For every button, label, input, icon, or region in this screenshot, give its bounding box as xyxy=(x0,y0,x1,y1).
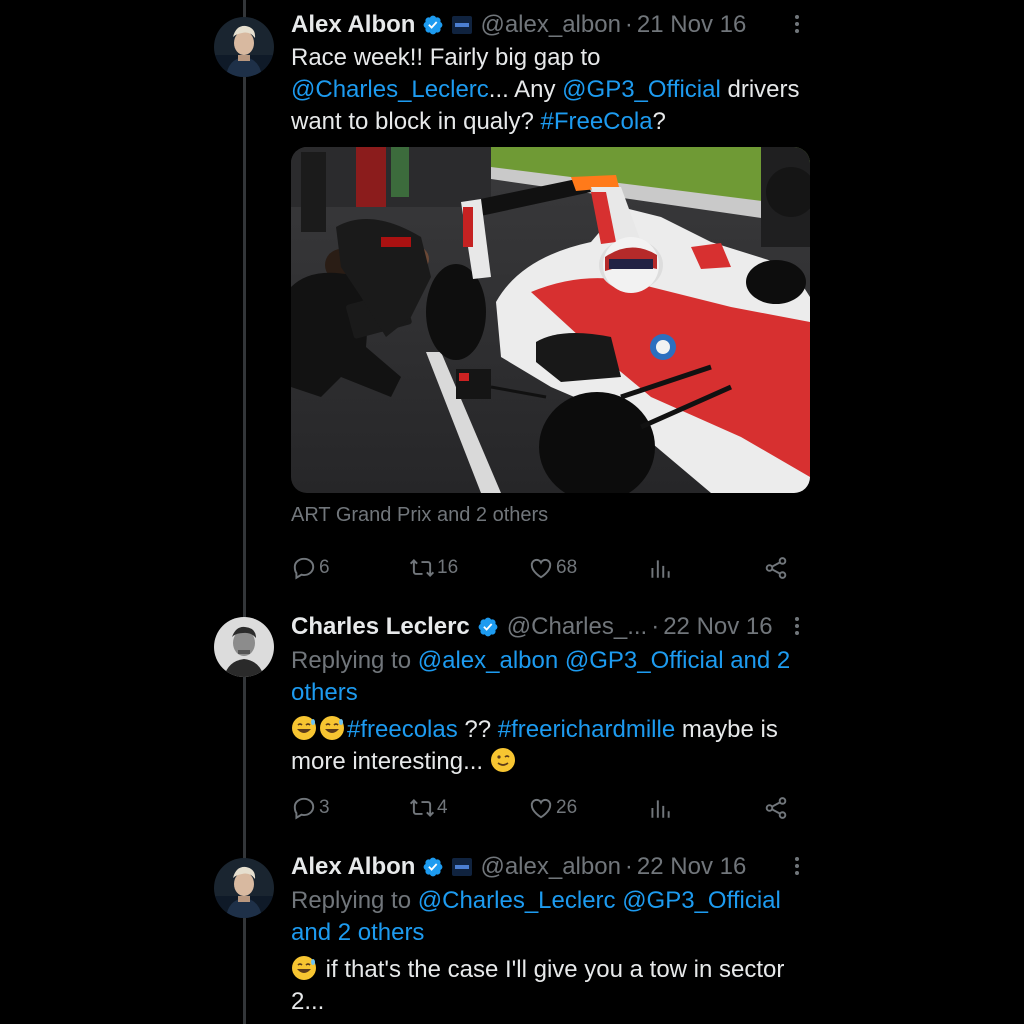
more-dots-icon[interactable] xyxy=(790,614,804,638)
author-name[interactable]: Alex Albon xyxy=(291,11,415,39)
winking-face-emoji-icon xyxy=(490,748,515,772)
avatar-charles-leclerc[interactable] xyxy=(214,617,274,677)
tweet-date[interactable]: 22 Nov 16 xyxy=(663,613,772,641)
tweet-action-bar: 3 4 26 xyxy=(291,793,801,823)
hashtag-link[interactable]: #FreeCola xyxy=(540,108,652,135)
mention-link[interactable]: @Charles_Leclerc xyxy=(291,76,489,103)
tweet-text-part: if that's the case I'll give you a tow i… xyxy=(291,956,785,1015)
like-count: 68 xyxy=(556,557,578,578)
tweet-text-part: ... Any xyxy=(488,76,563,103)
heart-icon xyxy=(530,798,552,819)
separator-dot: · xyxy=(624,11,633,38)
affiliate-badge-icon xyxy=(452,16,473,34)
tweet-text: #freecolas ?? #freerichardmille maybe is… xyxy=(291,714,806,778)
avatar-alex-albon[interactable] xyxy=(214,858,274,918)
tweet-photo-race-car[interactable] xyxy=(291,147,810,493)
heart-icon xyxy=(530,558,552,579)
tweet-action-bar: 6 16 68 xyxy=(291,553,801,583)
separator-dot: · xyxy=(624,853,633,880)
share-icon xyxy=(765,797,787,819)
grinning-sweat-emoji-icon xyxy=(320,716,344,740)
verified-badge-icon xyxy=(424,15,443,35)
views-chart-icon xyxy=(651,560,670,578)
author-handle[interactable]: @Charles_... xyxy=(507,613,647,641)
more-dots-icon[interactable] xyxy=(790,12,804,36)
views-button[interactable] xyxy=(647,793,675,823)
tweet-text-part: ?? xyxy=(457,716,498,743)
hashtag-link[interactable]: #freerichardmille xyxy=(498,716,675,743)
reply-count: 3 xyxy=(319,797,330,818)
repost-count: 16 xyxy=(437,557,459,578)
hashtag-link[interactable]: #freecolas xyxy=(347,716,458,743)
reply-count: 6 xyxy=(319,557,330,578)
tweet-header: Charles Leclerc @Charles_... · 22 Nov 16 xyxy=(291,610,773,644)
repost-button[interactable]: 4 xyxy=(409,793,448,823)
author-handle[interactable]: @alex_albon xyxy=(480,11,620,39)
tweet-header: Alex Albon @alex_albon · 21 Nov 16 xyxy=(291,8,746,42)
views-chart-icon xyxy=(651,800,670,818)
tweet-date[interactable]: 21 Nov 16 xyxy=(637,11,746,39)
share-icon xyxy=(765,557,787,579)
reply-icon xyxy=(293,557,315,580)
grinning-sweat-emoji-icon xyxy=(292,716,316,740)
tagged-users[interactable]: ART Grand Prix and 2 others xyxy=(291,504,548,527)
repost-button[interactable]: 16 xyxy=(409,553,458,583)
tweet-text: if that's the case I'll give you a tow i… xyxy=(291,954,816,1018)
repost-icon xyxy=(409,799,435,817)
replying-prefix: Replying to xyxy=(291,647,418,674)
avatar-alex-albon[interactable] xyxy=(214,17,274,77)
share-button[interactable] xyxy=(763,553,791,583)
repost-icon xyxy=(409,559,435,577)
repost-count: 4 xyxy=(437,797,448,818)
like-button[interactable]: 26 xyxy=(528,793,577,823)
author-name[interactable]: Alex Albon xyxy=(291,853,415,881)
verified-badge-icon xyxy=(424,857,443,877)
reply-icon xyxy=(293,797,315,820)
reply-button[interactable]: 6 xyxy=(291,553,330,583)
tweet-text-part: ? xyxy=(652,108,666,135)
more-dots-icon[interactable] xyxy=(790,854,804,878)
mention-link[interactable]: @GP3_Official xyxy=(562,76,721,103)
verified-badge-icon xyxy=(478,617,498,637)
replying-prefix: Replying to xyxy=(291,887,418,914)
share-button[interactable] xyxy=(763,793,791,823)
views-button[interactable] xyxy=(647,553,675,583)
tweet-header: Alex Albon @alex_albon · 22 Nov 16 xyxy=(291,850,746,884)
replying-to-line: Replying to @alex_albon @GP3_Official an… xyxy=(291,645,806,709)
grinning-sweat-emoji-icon xyxy=(292,956,316,980)
author-handle[interactable]: @alex_albon xyxy=(480,853,620,881)
separator-dot: · xyxy=(651,613,660,640)
tweet-date[interactable]: 22 Nov 16 xyxy=(637,853,746,881)
replying-to-line: Replying to @Charles_Leclerc @GP3_Offici… xyxy=(291,885,796,949)
affiliate-badge-icon xyxy=(452,858,473,876)
tweet-text: Race week!! Fairly big gap to @Charles_L… xyxy=(291,42,821,138)
like-button[interactable]: 68 xyxy=(528,553,577,583)
like-count: 26 xyxy=(556,797,578,818)
reply-button[interactable]: 3 xyxy=(291,793,330,823)
author-name[interactable]: Charles Leclerc xyxy=(291,613,470,641)
tweet-text-part: Race week!! Fairly big gap to xyxy=(291,44,601,71)
